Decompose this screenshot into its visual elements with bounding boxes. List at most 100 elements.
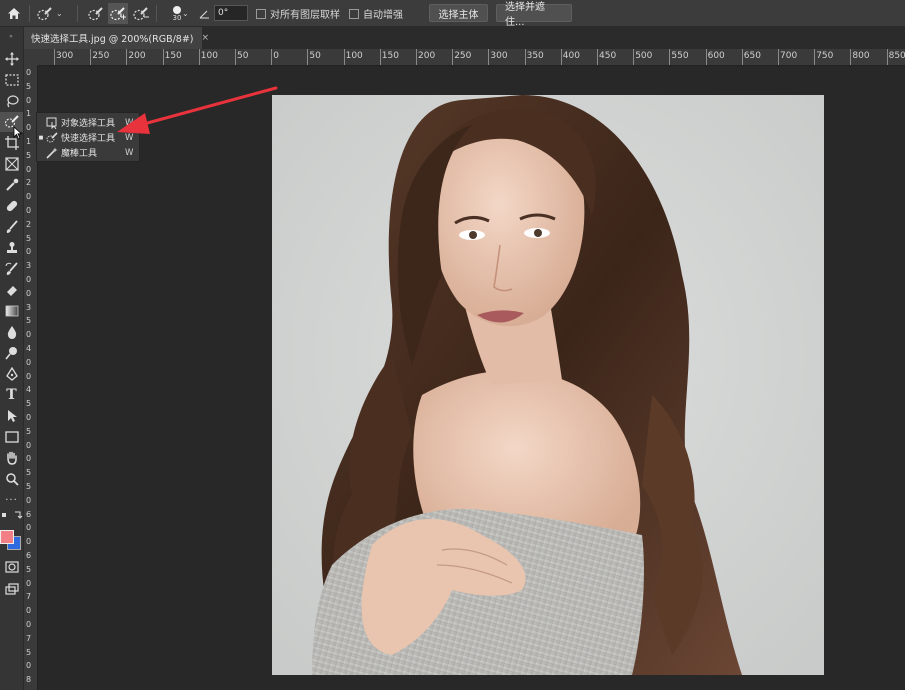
clone-stamp-tool[interactable] <box>0 238 23 258</box>
rectangle-tool[interactable] <box>0 427 23 447</box>
ruler-label: 2 <box>26 178 32 188</box>
checkbox-box[interactable] <box>349 8 359 19</box>
ruler-label: 4 <box>26 344 32 353</box>
pen-tool[interactable] <box>0 364 23 384</box>
eyedropper-tool[interactable] <box>0 175 23 195</box>
ruler-tick <box>271 49 273 65</box>
ruler-tick <box>669 49 671 65</box>
flyout-item-shortcut: W <box>125 147 134 158</box>
type-tool[interactable]: T <box>0 385 23 405</box>
flyout-item-label: 对象选择工具 <box>61 119 116 129</box>
ruler-origin[interactable] <box>24 49 38 66</box>
ruler-tick <box>705 49 707 65</box>
magnifier-icon <box>5 473 19 486</box>
ruler-label: 3 <box>26 261 32 271</box>
document-title: 快速选择工具.jpg @ 200%(RGB/8#) <box>31 34 194 45</box>
eraser-tool[interactable] <box>0 280 23 300</box>
ruler-label: 0 <box>26 413 32 422</box>
ruler-label: 0 <box>26 206 32 215</box>
ruler-label: 0 <box>26 495 32 505</box>
ruler-tick <box>814 49 816 65</box>
ruler-label: 150 <box>381 51 399 61</box>
ruler-label: 250 <box>454 51 472 61</box>
flyout-item-object-selection[interactable]: 对象选择工具 W <box>37 115 141 130</box>
home-icon[interactable] <box>4 0 24 27</box>
document-image[interactable] <box>272 95 824 675</box>
ruler-label: 250 <box>92 51 110 61</box>
ruler-label: 500 <box>635 51 653 61</box>
zoom-tool[interactable] <box>0 469 23 489</box>
tool-preset-picker[interactable]: ⌄ <box>36 0 68 27</box>
new-selection-button[interactable] <box>86 0 106 27</box>
close-icon[interactable]: × <box>202 33 210 43</box>
ruler-label: 2 <box>26 219 32 229</box>
ruler-label: 50 <box>237 51 249 61</box>
ruler-label: 300 <box>56 51 74 61</box>
path-selection-tool[interactable] <box>0 406 23 426</box>
move-tool[interactable] <box>0 49 23 69</box>
screen-mode-button[interactable] <box>0 579 23 599</box>
pen-icon <box>5 367 18 381</box>
select-and-mask-button[interactable]: 选择并遮住... <box>496 2 572 28</box>
new-selection-icon <box>88 6 103 20</box>
quick-mask-icon <box>4 561 19 573</box>
ruler-label: 850 <box>888 51 905 61</box>
history-brush-tool[interactable] <box>0 259 23 279</box>
sample-all-layers-checkbox[interactable]: 对所有图层取样 <box>256 0 340 27</box>
swap-colors-icon <box>1 511 22 519</box>
options-bar: ⌄ 30 ⌄ 0° 对所有图层取样 自动增强 选择主体 选择并遮住... <box>0 0 905 28</box>
quick-selection-icon <box>46 131 58 144</box>
checkbox-box[interactable] <box>256 8 266 19</box>
document-tab[interactable]: 快速选择工具.jpg @ 200%(RGB/8#) × <box>24 27 209 49</box>
select-subject-button[interactable]: 选择主体 <box>429 4 488 22</box>
ruler-label: 0 <box>26 578 32 588</box>
gradient-icon <box>5 305 18 317</box>
ruler-tick <box>741 49 743 65</box>
ruler-tick <box>379 49 381 65</box>
magic-wand-icon <box>46 147 58 159</box>
hand-tool[interactable] <box>0 448 23 468</box>
auto-enhance-checkbox[interactable]: 自动增强 <box>349 0 403 27</box>
subtract-from-selection-button[interactable] <box>131 0 151 27</box>
brush-tool[interactable] <box>0 217 23 237</box>
ruler-label: 7 <box>26 633 32 643</box>
ruler-label: 150 <box>164 51 182 61</box>
lasso-tool[interactable] <box>0 91 23 111</box>
ruler-label: 0 <box>26 523 32 533</box>
swap-colors-button[interactable] <box>0 509 23 521</box>
flyout-item-quick-selection[interactable]: ■ 快速选择工具 W <box>37 130 141 145</box>
gradient-tool[interactable] <box>0 301 23 321</box>
ruler-label: 700 <box>780 51 798 61</box>
edit-toolbar-button[interactable]: ··· <box>0 490 23 510</box>
ruler-label: 0 <box>273 51 279 61</box>
panel-collapse-handle[interactable]: » <box>0 31 23 41</box>
flyout-item-magic-wand[interactable]: 魔棒工具 W <box>37 145 141 160</box>
angle-input[interactable]: 0° <box>214 5 248 21</box>
foreground-color-swatch[interactable] <box>0 530 14 544</box>
sample-all-layers-label: 对所有图层取样 <box>270 10 340 21</box>
ruler-tick <box>850 49 852 65</box>
marquee-tool[interactable] <box>0 70 23 90</box>
add-to-selection-button[interactable] <box>108 3 128 24</box>
ruler-label: 650 <box>743 51 761 61</box>
auto-enhance-label: 自动增强 <box>363 10 403 21</box>
ruler-label: 0 <box>26 371 32 381</box>
ruler-tick <box>198 49 200 65</box>
blur-tool[interactable] <box>0 322 23 342</box>
ruler-tick <box>90 49 92 65</box>
document-tab-bar: 快速选择工具.jpg @ 200%(RGB/8#) × <box>0 27 905 49</box>
ruler-label: 1 <box>26 109 32 119</box>
ruler-label: 750 <box>816 51 834 61</box>
frame-tool[interactable] <box>0 154 23 174</box>
healing-brush-tool[interactable] <box>0 196 23 216</box>
ruler-tick <box>126 49 128 65</box>
ruler-tick <box>633 49 635 65</box>
ruler-label: 600 <box>707 51 725 61</box>
ruler-tick <box>307 49 309 65</box>
horizontal-ruler: 300 250 200 150 100 50 0 50 100 150 200 250 300 350 40… <box>38 49 905 66</box>
add-selection-icon <box>110 6 126 20</box>
subtract-selection-icon <box>133 6 149 20</box>
quick-mask-button[interactable] <box>0 557 23 577</box>
chevron-down-icon[interactable]: ⌄ <box>182 0 192 27</box>
dodge-tool[interactable] <box>0 343 23 363</box>
